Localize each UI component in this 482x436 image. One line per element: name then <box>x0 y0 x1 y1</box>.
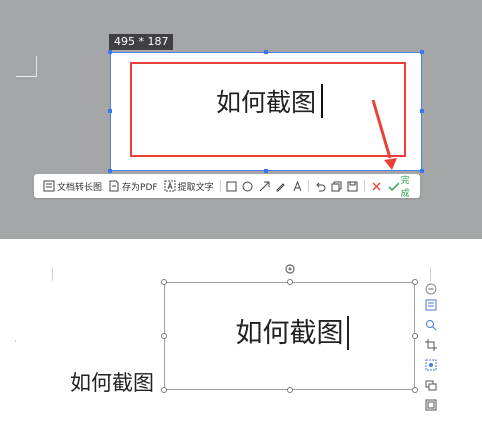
rectangle-icon <box>226 181 237 191</box>
copy-button[interactable] <box>328 174 344 198</box>
ellipse-tool[interactable] <box>240 174 256 198</box>
crop-button[interactable] <box>424 338 438 352</box>
save-pdf-label: 存为PDF <box>122 182 158 193</box>
more-options-button[interactable] <box>424 398 438 412</box>
zoom-button[interactable] <box>424 318 438 332</box>
text-cursor <box>347 316 349 350</box>
long-image-label: 文档转长图 <box>57 182 103 193</box>
pasted-image[interactable]: 如何截图 <box>164 282 415 390</box>
pdf-icon <box>108 180 120 192</box>
document-body-text: 如何截图 <box>70 371 154 395</box>
close-icon <box>372 182 381 190</box>
minus-icon[interactable] <box>425 283 437 295</box>
layout-options-icon <box>425 299 437 311</box>
long-image-button[interactable]: 文档转长图 <box>40 174 105 198</box>
image-handle-n[interactable] <box>287 279 293 285</box>
extract-text-label: 提取文字 <box>177 182 214 193</box>
image-adjust-icon <box>425 359 437 371</box>
more-options-icon <box>425 399 437 411</box>
save-pdf-button[interactable]: 存为PDF <box>105 174 161 198</box>
long-image-icon <box>43 180 55 192</box>
image-handle-sw[interactable] <box>161 387 167 393</box>
pen-tool[interactable] <box>273 174 289 198</box>
zoom-icon <box>426 320 437 331</box>
done-label: 完成 <box>400 176 410 199</box>
arrow-icon <box>259 181 270 191</box>
image-adjust-button[interactable] <box>424 358 438 372</box>
ellipse-icon <box>242 181 253 191</box>
undo-button[interactable] <box>312 174 328 198</box>
image-handle-se[interactable] <box>412 387 418 393</box>
extract-text-icon <box>164 180 176 192</box>
image-handle-s[interactable] <box>287 387 293 393</box>
done-button[interactable]: 完成 <box>384 173 420 199</box>
save-button[interactable] <box>345 174 361 198</box>
screenshot-overlay: 495 * 187 如何截图 文档转长图 存为PDF 提取文字 完成 <box>0 0 482 239</box>
page-corner-mark <box>430 267 449 281</box>
replace-image-icon <box>425 380 437 391</box>
pen-icon <box>276 182 285 191</box>
extract-text-button[interactable]: 提取文字 <box>161 174 217 198</box>
text-icon <box>293 180 302 191</box>
replace-image-button[interactable] <box>424 378 438 392</box>
image-side-toolbar <box>424 298 438 418</box>
text-tool[interactable] <box>289 174 305 198</box>
arrow-tool[interactable] <box>256 174 272 198</box>
image-handle-ne[interactable] <box>412 279 418 285</box>
pasted-image-text: 如何截图 <box>235 318 344 349</box>
margin-mark: · <box>14 337 17 346</box>
rectangle-tool[interactable] <box>223 174 239 198</box>
check-icon <box>388 182 399 191</box>
document-page: · 如何截图 如何截图 <box>0 239 482 436</box>
toolbar-separator <box>219 180 221 192</box>
red-arrow-annotation <box>371 99 397 170</box>
undo-icon <box>316 182 326 191</box>
page-corner-mark <box>34 267 53 281</box>
cancel-button[interactable] <box>368 174 384 198</box>
rotate-icon[interactable] <box>285 264 295 274</box>
image-handle-e[interactable] <box>412 333 418 339</box>
layout-options-button[interactable] <box>424 298 438 312</box>
copy-icon <box>331 181 342 191</box>
image-handle-nw[interactable] <box>161 279 167 285</box>
toolbar-separator <box>364 180 366 192</box>
toolbar-separator <box>308 180 310 192</box>
image-handle-w[interactable] <box>161 333 167 339</box>
crop-icon <box>425 339 437 351</box>
screenshot-toolbar: 文档转长图 存为PDF 提取文字 完成 <box>34 173 420 199</box>
save-icon <box>347 181 358 191</box>
